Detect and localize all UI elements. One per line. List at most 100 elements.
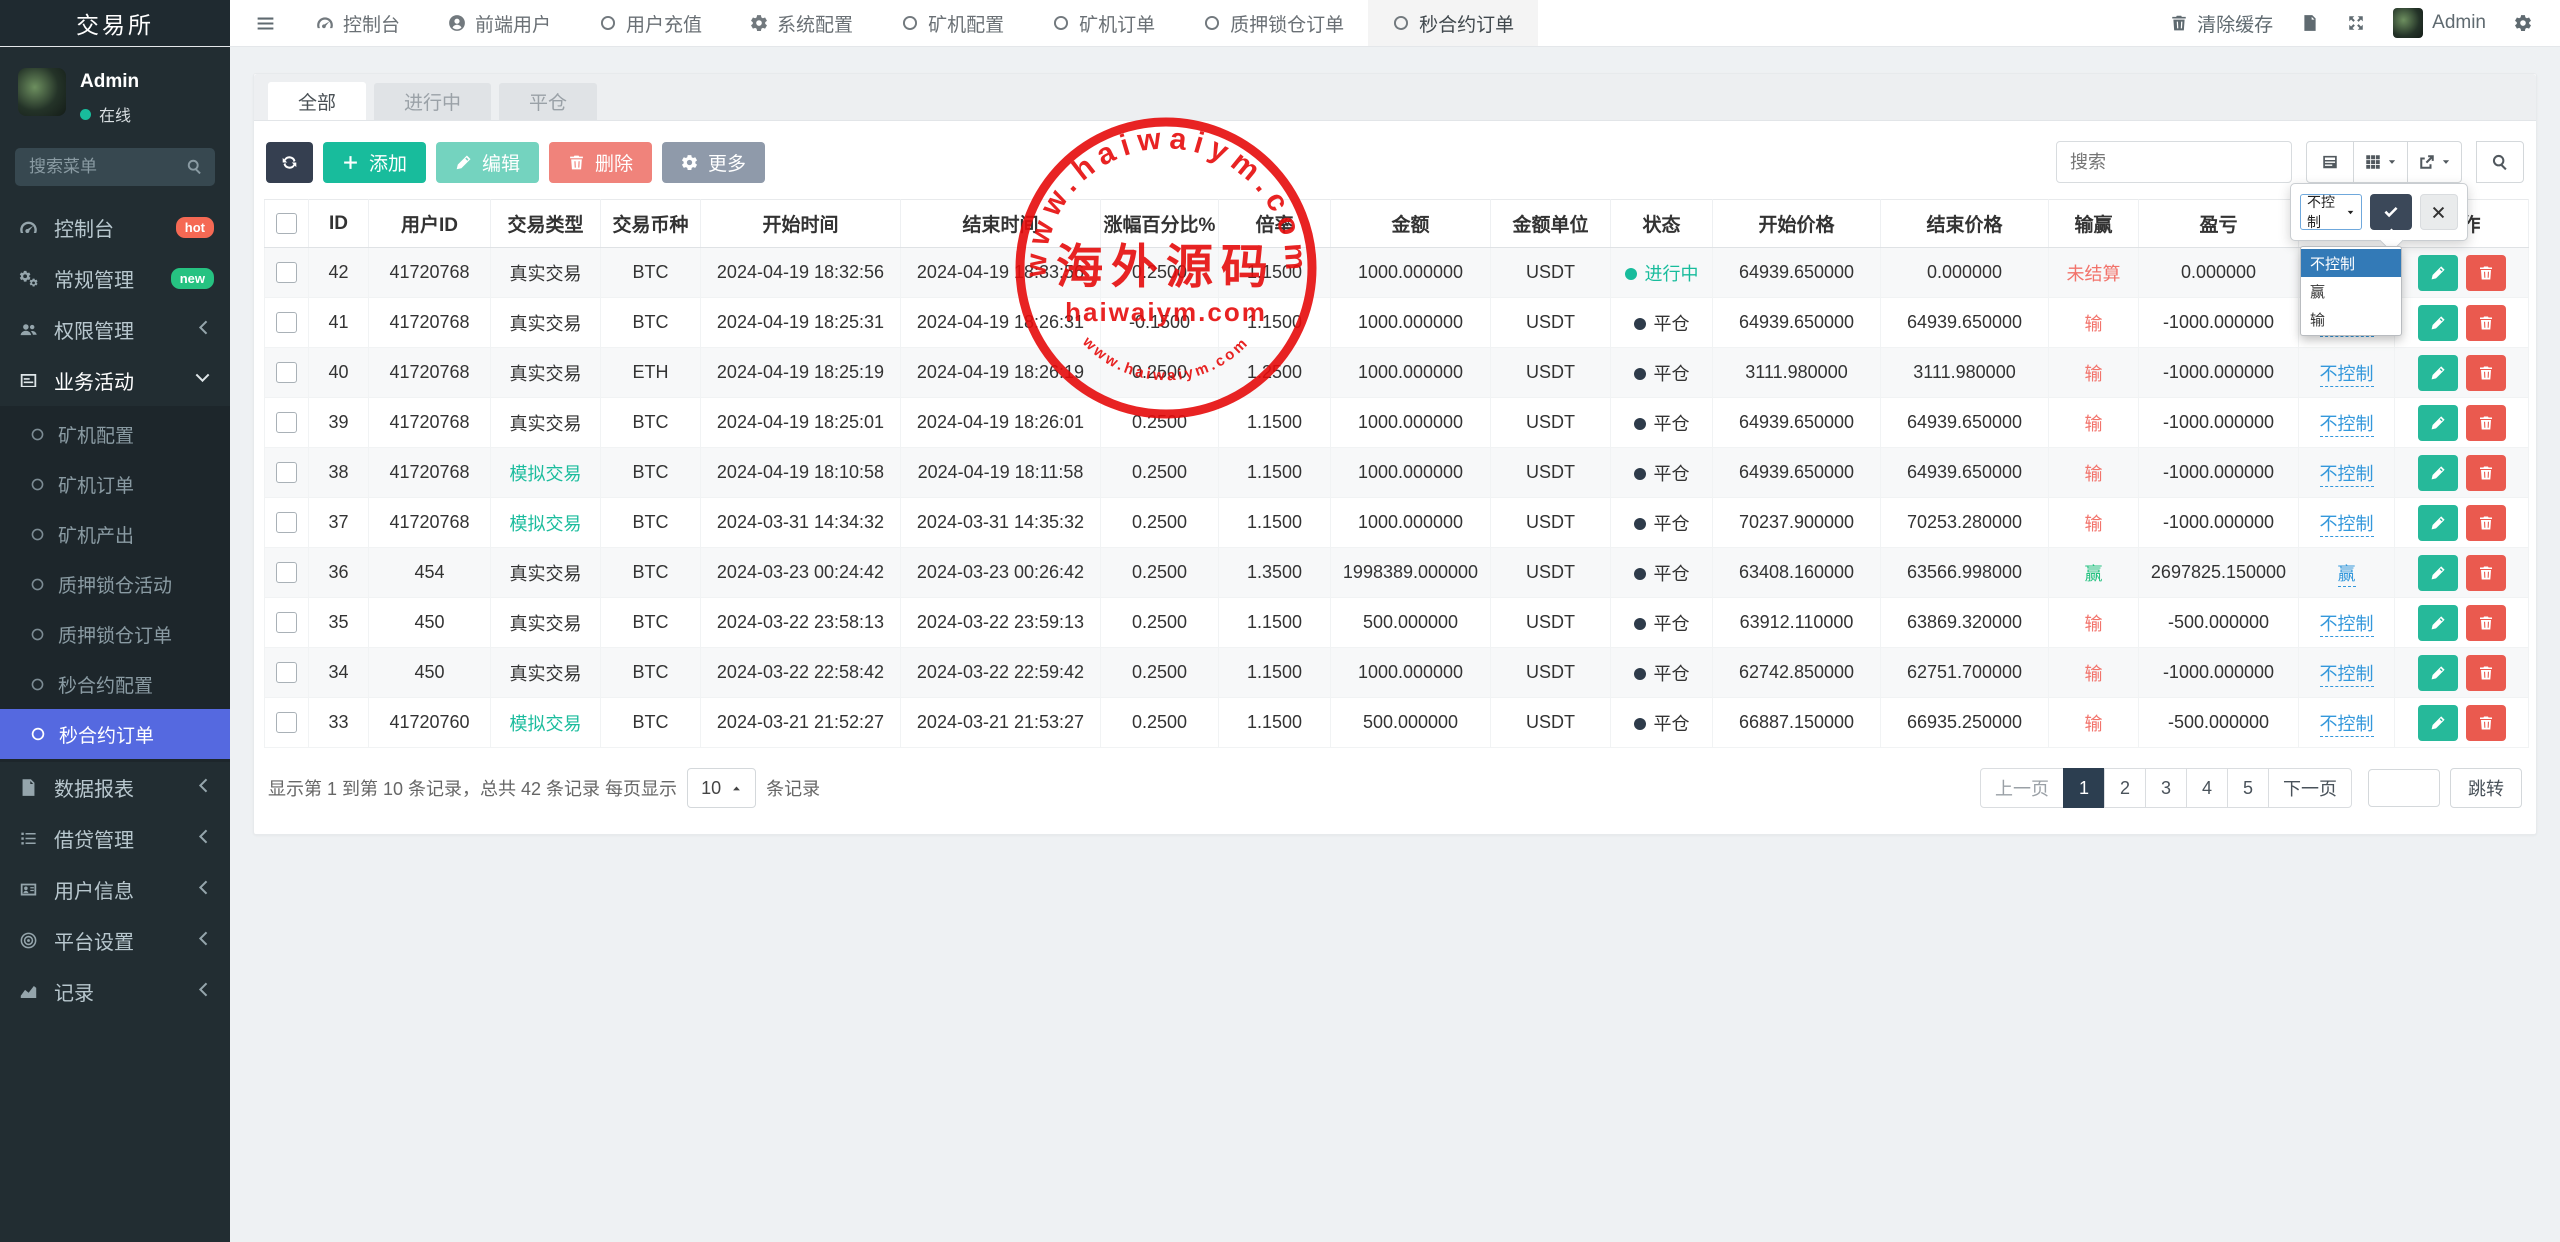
page-1[interactable]: 1 xyxy=(2063,768,2105,808)
row-delete-button[interactable] xyxy=(2466,305,2506,341)
row-delete-button[interactable] xyxy=(2466,555,2506,591)
row-checkbox[interactable] xyxy=(276,262,297,283)
editor-cancel-button[interactable] xyxy=(2420,194,2458,230)
row-edit-button[interactable] xyxy=(2418,455,2458,491)
delete-button[interactable]: 删除 xyxy=(549,142,652,183)
columns-button[interactable] xyxy=(2353,141,2408,183)
row-delete-button[interactable] xyxy=(2466,655,2506,691)
row-delete-button[interactable] xyxy=(2466,405,2506,441)
menu-search-input[interactable] xyxy=(15,148,215,186)
tab-2[interactable]: 平仓 xyxy=(499,83,597,120)
control-editable-link[interactable]: 不控制 xyxy=(2320,714,2374,737)
page-4[interactable]: 4 xyxy=(2186,768,2228,808)
editor-confirm-button[interactable] xyxy=(2370,194,2412,230)
control-editable-link[interactable]: 赢 xyxy=(2338,564,2356,587)
search-submit-button[interactable] xyxy=(2476,141,2524,183)
sidebar-subitem-3-6[interactable]: 秒合约订单 xyxy=(0,709,230,759)
page-refresh-button[interactable] xyxy=(2301,14,2319,32)
row-delete-button[interactable] xyxy=(2466,505,2506,541)
select-all-checkbox[interactable] xyxy=(276,213,297,234)
more-button[interactable]: 更多 xyxy=(662,142,765,183)
row-edit-button[interactable] xyxy=(2418,255,2458,291)
sidebar-subitem-3-1[interactable]: 矿机订单 xyxy=(0,459,230,509)
top-nav-item-6[interactable]: 质押锁仓订单 xyxy=(1179,0,1368,46)
topbar-settings-button[interactable] xyxy=(2514,14,2532,32)
fullscreen-button[interactable] xyxy=(2347,14,2365,32)
row-delete-button[interactable] xyxy=(2466,355,2506,391)
row-checkbox[interactable] xyxy=(276,562,297,583)
control-editable-link[interactable]: 不控制 xyxy=(2320,664,2374,687)
edit-button[interactable]: 编辑 xyxy=(436,142,539,183)
control-option-0[interactable]: 不控制 xyxy=(2301,249,2401,277)
top-nav-item-3[interactable]: 系统配置 xyxy=(726,0,877,46)
page-5[interactable]: 5 xyxy=(2227,768,2269,808)
row-edit-button[interactable] xyxy=(2418,655,2458,691)
control-editable-link[interactable]: 不控制 xyxy=(2320,614,2374,637)
app-logo[interactable]: 交易所 xyxy=(0,0,230,46)
top-nav-item-5[interactable]: 矿机订单 xyxy=(1028,0,1179,46)
control-option-1[interactable]: 赢 xyxy=(2301,277,2401,305)
row-checkbox[interactable] xyxy=(276,612,297,633)
top-nav-item-2[interactable]: 用户充值 xyxy=(575,0,726,46)
control-option-2[interactable]: 输 xyxy=(2301,305,2401,333)
sidebar-item-6[interactable]: 用户信息 xyxy=(0,864,230,915)
row-checkbox[interactable] xyxy=(276,712,297,733)
page-prev[interactable]: 上一页 xyxy=(1980,768,2064,808)
sidebar-subitem-3-3[interactable]: 质押锁仓活动 xyxy=(0,559,230,609)
sidebar-item-3[interactable]: 业务活动 xyxy=(0,355,230,406)
top-nav-item-1[interactable]: 前端用户 xyxy=(424,0,575,46)
row-checkbox[interactable] xyxy=(276,312,297,333)
sidebar-subitem-3-4[interactable]: 质押锁仓订单 xyxy=(0,609,230,659)
row-checkbox[interactable] xyxy=(276,362,297,383)
page-2[interactable]: 2 xyxy=(2104,768,2146,808)
control-select[interactable]: 不控制 xyxy=(2300,194,2362,230)
refresh-button[interactable] xyxy=(266,142,313,183)
sidebar-item-8[interactable]: 记录 xyxy=(0,966,230,1017)
topbar-user[interactable]: Admin xyxy=(2393,8,2486,38)
control-editable-link[interactable]: 不控制 xyxy=(2320,464,2374,487)
row-edit-button[interactable] xyxy=(2418,555,2458,591)
add-button[interactable]: 添加 xyxy=(323,142,426,183)
row-checkbox[interactable] xyxy=(276,462,297,483)
page-size-select[interactable]: 10 xyxy=(687,768,756,808)
tab-0[interactable]: 全部 xyxy=(268,82,366,120)
row-edit-button[interactable] xyxy=(2418,405,2458,441)
top-nav-item-7[interactable]: 秒合约订单 xyxy=(1368,0,1538,46)
clear-cache-button[interactable]: 清除缓存 xyxy=(2170,10,2273,37)
row-delete-button[interactable] xyxy=(2466,455,2506,491)
sidebar-item-2[interactable]: 权限管理 xyxy=(0,304,230,355)
sidebar-item-1[interactable]: 常规管理new xyxy=(0,253,230,304)
row-edit-button[interactable] xyxy=(2418,605,2458,641)
sidebar-subitem-3-0[interactable]: 矿机配置 xyxy=(0,409,230,459)
sidebar-item-7[interactable]: 平台设置 xyxy=(0,915,230,966)
sidebar-subitem-3-2[interactable]: 矿机产出 xyxy=(0,509,230,559)
row-checkbox[interactable] xyxy=(276,412,297,433)
table-search-input[interactable] xyxy=(2056,141,2292,183)
row-delete-button[interactable] xyxy=(2466,255,2506,291)
row-checkbox[interactable] xyxy=(276,512,297,533)
page-next[interactable]: 下一页 xyxy=(2268,768,2352,808)
control-editable-link[interactable]: 不控制 xyxy=(2320,414,2374,437)
top-nav-item-4[interactable]: 矿机配置 xyxy=(877,0,1028,46)
row-delete-button[interactable] xyxy=(2466,705,2506,741)
row-edit-button[interactable] xyxy=(2418,305,2458,341)
sidebar-item-0[interactable]: 控制台hot xyxy=(0,202,230,253)
page-jump-button[interactable]: 跳转 xyxy=(2450,768,2522,808)
sidebar-item-4[interactable]: 数据报表 xyxy=(0,762,230,813)
tab-1[interactable]: 进行中 xyxy=(374,83,491,120)
top-nav-item-0[interactable]: 控制台 xyxy=(292,0,424,46)
sidebar-subitem-3-5[interactable]: 秒合约配置 xyxy=(0,659,230,709)
row-checkbox[interactable] xyxy=(276,662,297,683)
control-editable-link[interactable]: 不控制 xyxy=(2320,364,2374,387)
common-search-toggle-button[interactable] xyxy=(2306,141,2354,183)
row-edit-button[interactable] xyxy=(2418,705,2458,741)
control-editable-link[interactable]: 不控制 xyxy=(2320,514,2374,537)
row-edit-button[interactable] xyxy=(2418,505,2458,541)
sidebar-toggle-icon[interactable] xyxy=(238,0,292,46)
sidebar-item-5[interactable]: 借贷管理 xyxy=(0,813,230,864)
page-jump-input[interactable] xyxy=(2368,769,2440,807)
export-button[interactable] xyxy=(2407,141,2462,183)
page-3[interactable]: 3 xyxy=(2145,768,2187,808)
row-delete-button[interactable] xyxy=(2466,605,2506,641)
row-edit-button[interactable] xyxy=(2418,355,2458,391)
